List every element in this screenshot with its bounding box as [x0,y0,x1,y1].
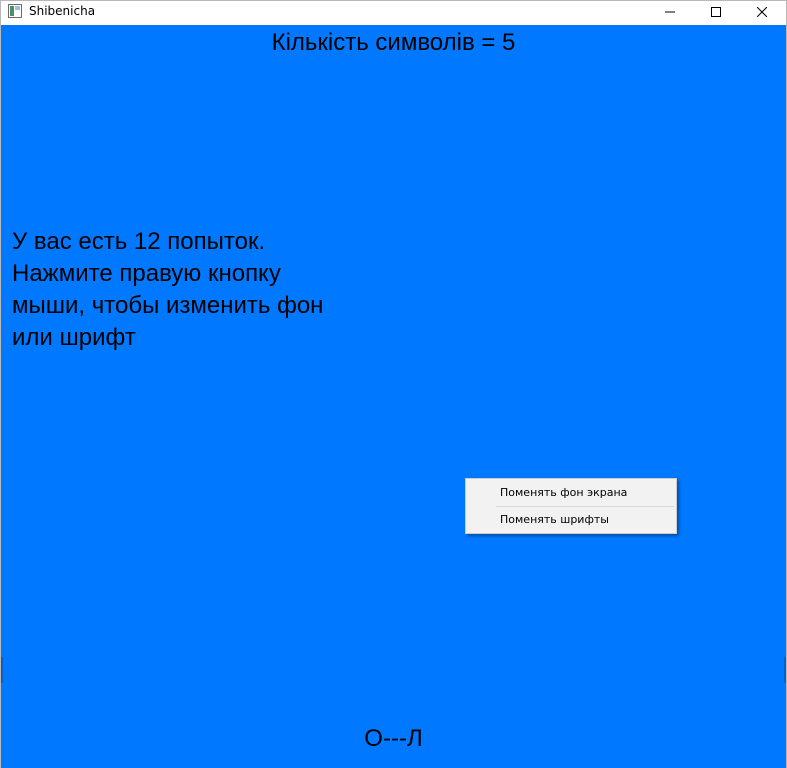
left-edge-mark [1,657,3,683]
right-edge-mark [784,657,786,683]
close-button[interactable] [739,1,785,25]
title-bar[interactable]: Shibenicha [1,1,786,25]
window-title: Shibenicha [29,4,96,18]
info-line: или шрифт [12,324,136,351]
word-display: О---Л [364,725,423,752]
symbol-count-heading: Кількість символів = 5 [271,29,516,56]
minimize-icon [665,4,675,22]
minimize-button[interactable] [647,1,693,25]
game-area[interactable]: Кількість символів = 5 У вас есть 12 поп… [1,25,786,768]
context-menu: Поменять фон экрана Поменять шрифты [465,478,677,534]
menu-item-change-font[interactable]: Поменять шрифты [466,507,676,533]
info-line: Нажмите правую кнопку [12,260,281,287]
close-icon [756,4,768,22]
info-line: У вас есть 12 попыток. [12,228,266,255]
maximize-button[interactable] [693,1,739,25]
info-line: мыши, чтобы изменить фон [12,292,324,319]
maximize-icon [711,4,721,22]
info-text: У вас есть 12 попыток. Нажмите правую кн… [12,226,412,354]
window-app-icon [8,4,22,18]
app-window: Shibenicha Кількість символів = 5 У вас … [0,0,787,768]
menu-item-change-background[interactable]: Поменять фон экрана [466,480,676,506]
